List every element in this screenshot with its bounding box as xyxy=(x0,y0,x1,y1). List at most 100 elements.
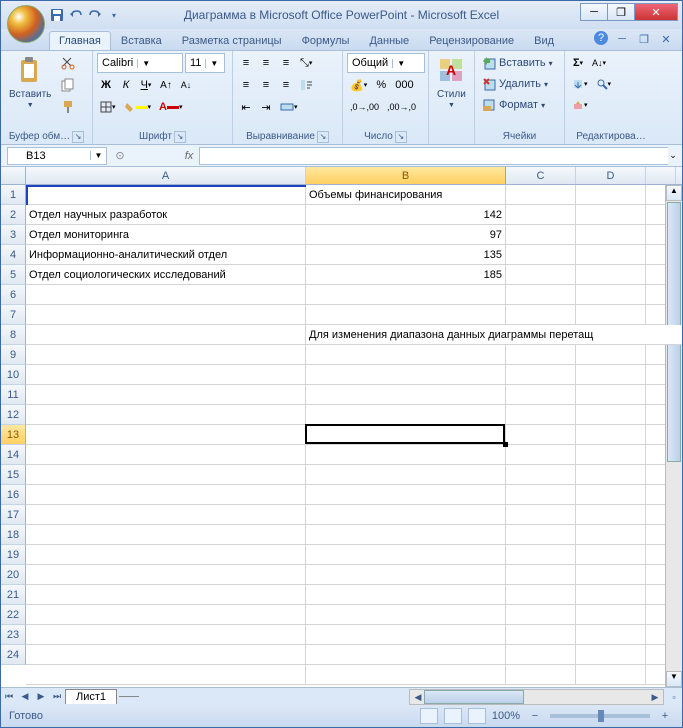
save-icon[interactable] xyxy=(49,7,65,23)
scroll-down-icon[interactable]: ▼ xyxy=(666,671,682,687)
scroll-up-icon[interactable]: ▲ xyxy=(666,185,682,201)
clear-icon[interactable]: ▾ xyxy=(569,95,591,115)
underline-button[interactable]: Ч▾ xyxy=(137,75,155,95)
name-box[interactable]: B13▼ xyxy=(7,147,107,165)
fx-icon[interactable]: fx xyxy=(179,150,199,162)
cell[interactable]: 185 xyxy=(306,265,506,285)
formula-input[interactable] xyxy=(199,147,668,165)
first-sheet-icon[interactable]: ⏮ xyxy=(1,689,17,705)
row-header[interactable]: 1 xyxy=(1,185,26,205)
row-header[interactable]: 11 xyxy=(1,385,26,405)
insert-cells-button[interactable]: Вставить▾ xyxy=(479,53,556,73)
close-button[interactable]: ✕ xyxy=(634,3,678,21)
undo-icon[interactable] xyxy=(68,7,84,23)
autosum-icon[interactable]: Σ▾ xyxy=(569,53,587,73)
cell[interactable]: Информационно-аналитический отдел xyxy=(26,245,306,265)
find-select-icon[interactable]: ▾ xyxy=(593,74,615,94)
page-break-view-icon[interactable] xyxy=(468,708,486,724)
help-icon[interactable]: ? xyxy=(594,31,608,45)
cut-icon[interactable] xyxy=(58,53,78,73)
comma-format-icon[interactable]: 000 xyxy=(392,75,416,95)
row-header[interactable]: 9 xyxy=(1,345,26,365)
row-header[interactable]: 6 xyxy=(1,285,26,305)
align-top-icon[interactable]: ≡ xyxy=(237,53,255,73)
vertical-scrollbar[interactable]: ▲ ▼ xyxy=(665,185,682,687)
wrap-text-icon[interactable] xyxy=(297,75,317,95)
font-dialog-icon[interactable]: ↘ xyxy=(174,131,186,143)
cell[interactable]: Отдел социологических исследований xyxy=(26,265,306,285)
row-header[interactable]: 7 xyxy=(1,305,26,325)
merge-center-icon[interactable]: ▾ xyxy=(277,97,301,117)
align-dialog-icon[interactable]: ↘ xyxy=(317,131,329,143)
tab-view[interactable]: Вид xyxy=(524,31,564,50)
page-layout-view-icon[interactable] xyxy=(444,708,462,724)
cell[interactable]: Отдел научных разработок xyxy=(26,205,306,225)
column-header[interactable]: A xyxy=(26,167,306,184)
row-header[interactable]: 15 xyxy=(1,465,26,485)
font-color-button[interactable]: A▾ xyxy=(156,97,185,117)
zoom-slider[interactable] xyxy=(550,714,650,718)
decrease-font-icon[interactable]: A↓ xyxy=(177,75,195,95)
cell[interactable]: 135 xyxy=(306,245,506,265)
paste-button[interactable]: Вставить ▼ xyxy=(5,53,55,111)
row-header[interactable]: 23 xyxy=(1,625,26,645)
zoom-out-icon[interactable]: − xyxy=(526,706,544,726)
column-header[interactable]: D xyxy=(576,167,646,184)
column-header[interactable]: B xyxy=(306,167,506,184)
row-header[interactable]: 24 xyxy=(1,645,26,665)
select-all-corner[interactable] xyxy=(1,167,26,184)
increase-indent-icon[interactable]: ⇥ xyxy=(257,97,275,117)
row-header[interactable]: 4 xyxy=(1,245,26,265)
row-header[interactable]: 18 xyxy=(1,525,26,545)
font-name-combo[interactable]: Calibri▼ xyxy=(97,53,183,73)
tab-insert[interactable]: Вставка xyxy=(111,31,172,50)
align-center-icon[interactable]: ≡ xyxy=(257,75,275,95)
close-workbook-icon[interactable]: ✕ xyxy=(658,31,674,47)
row-header[interactable]: 3 xyxy=(1,225,26,245)
tab-page-layout[interactable]: Разметка страницы xyxy=(172,31,292,50)
row-header[interactable]: 14 xyxy=(1,445,26,465)
orientation-icon[interactable]: ⤡▾ xyxy=(297,53,315,73)
row-header[interactable]: 2 xyxy=(1,205,26,225)
column-header[interactable]: C xyxy=(506,167,576,184)
decrease-indent-icon[interactable]: ⇤ xyxy=(237,97,255,117)
fill-color-button[interactable]: ▾ xyxy=(121,97,155,117)
tab-formulas[interactable]: Формулы xyxy=(292,31,360,50)
prev-sheet-icon[interactable]: ◀ xyxy=(17,689,33,705)
format-cells-button[interactable]: Формат▾ xyxy=(479,95,548,115)
copy-icon[interactable] xyxy=(58,75,78,95)
bold-button[interactable]: Ж xyxy=(97,75,115,95)
sort-filter-icon[interactable]: A↓▾ xyxy=(589,53,609,73)
row-header[interactable]: 19 xyxy=(1,545,26,565)
font-size-combo[interactable]: 11▼ xyxy=(185,53,225,73)
cell[interactable]: 142 xyxy=(306,205,506,225)
increase-font-icon[interactable]: A↑ xyxy=(157,75,175,95)
align-middle-icon[interactable]: ≡ xyxy=(257,53,275,73)
zoom-thumb[interactable] xyxy=(598,710,604,722)
row-header[interactable]: 22 xyxy=(1,605,26,625)
maximize-button[interactable]: ❐ xyxy=(607,3,635,21)
align-left-icon[interactable]: ≡ xyxy=(237,75,255,95)
row-header[interactable]: 16 xyxy=(1,485,26,505)
styles-button[interactable]: A Стили ▼ xyxy=(433,53,470,111)
borders-button[interactable]: ▾ xyxy=(97,97,119,117)
next-sheet-icon[interactable]: ▶ xyxy=(33,689,49,705)
decrease-decimal-icon[interactable]: ,00→,0 xyxy=(384,97,419,117)
cell[interactable]: 97 xyxy=(306,225,506,245)
align-right-icon[interactable]: ≡ xyxy=(277,75,295,95)
row-header[interactable]: 12 xyxy=(1,405,26,425)
number-format-combo[interactable]: Общий▼ xyxy=(347,53,425,73)
cells-grid[interactable]: Объемы финансированияОтдел научных разра… xyxy=(26,185,682,687)
qat-menu-icon[interactable]: ▾ xyxy=(106,7,122,23)
number-dialog-icon[interactable]: ↘ xyxy=(395,131,407,143)
redo-icon[interactable] xyxy=(87,7,103,23)
row-header[interactable]: 10 xyxy=(1,365,26,385)
normal-view-icon[interactable] xyxy=(420,708,438,724)
row-header[interactable]: 8 xyxy=(1,325,26,345)
cell[interactable]: Для изменения диапазона данных диаграммы… xyxy=(306,325,682,345)
minimize-ribbon-icon[interactable]: ─ xyxy=(614,31,630,47)
format-painter-icon[interactable] xyxy=(58,97,78,117)
fill-handle[interactable] xyxy=(503,442,508,447)
expand-formula-bar-icon[interactable]: ⌄ xyxy=(666,147,680,165)
increase-decimal-icon[interactable]: ,0→,00 xyxy=(347,97,382,117)
